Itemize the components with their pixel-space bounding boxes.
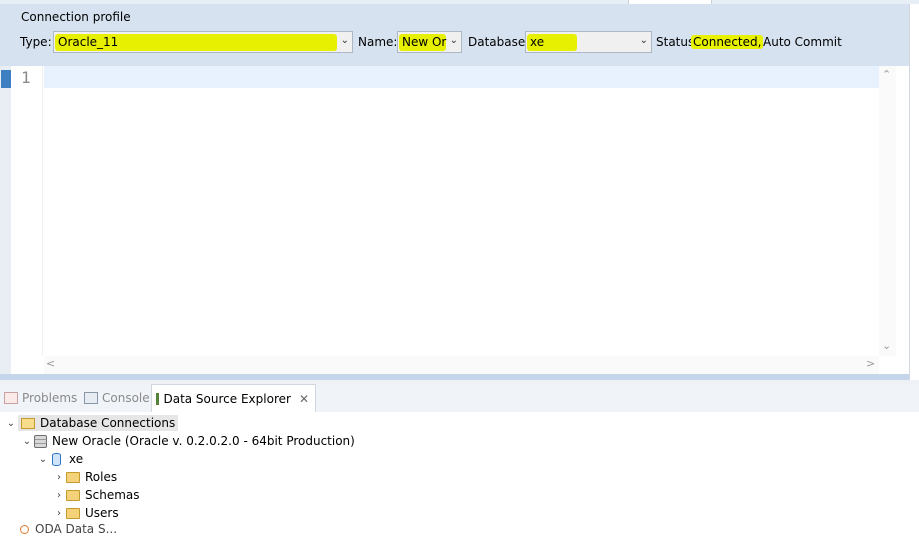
chevron-right-icon[interactable]: › bbox=[52, 508, 66, 519]
oda-icon bbox=[20, 524, 29, 534]
selected-row: Database Connections bbox=[18, 415, 179, 431]
name-select-value: New Or bbox=[402, 35, 447, 49]
bottom-tab-bar: Problems Console Data Source Explorer ✕ bbox=[0, 384, 919, 412]
database-select-value: xe bbox=[530, 35, 545, 49]
scroll-up-icon[interactable]: ⌃ bbox=[882, 68, 891, 81]
line-number-gutter bbox=[11, 66, 43, 356]
database-select[interactable]: xe ⌄ bbox=[525, 31, 652, 53]
chevron-down-icon: ⌄ bbox=[449, 35, 458, 46]
chevron-right-icon[interactable]: › bbox=[52, 472, 66, 483]
chevron-right-icon[interactable]: › bbox=[52, 490, 66, 501]
tree-node-database[interactable]: ⌄ xe bbox=[36, 450, 83, 468]
sql-editor[interactable]: 1 ⌃ ⌄ < > bbox=[0, 66, 909, 374]
horizontal-scrollbar[interactable]: < > bbox=[44, 356, 879, 374]
name-select[interactable]: New Or ⌄ bbox=[397, 31, 462, 53]
editor-ruler bbox=[0, 66, 11, 374]
chevron-down-icon[interactable]: ⌄ bbox=[20, 436, 34, 447]
chevron-down-icon: ⌄ bbox=[340, 35, 349, 46]
tab-console[interactable]: Console bbox=[84, 384, 150, 412]
tree-node-roles[interactable]: › Roles bbox=[52, 468, 117, 486]
tree-node-oda-data-source[interactable]: ODA Data S... bbox=[20, 520, 117, 538]
vertical-scrollbar[interactable]: ⌃ ⌄ bbox=[879, 66, 896, 356]
type-select[interactable]: Oracle_11 ⌄ bbox=[53, 31, 353, 53]
connections-tree: ⌄ Database Connections ⌄ New Oracle (Ora… bbox=[0, 412, 919, 536]
tab-console-label: Console bbox=[102, 391, 150, 405]
tree-node-connection[interactable]: ⌄ New Oracle (Oracle v. 0.2.0.2.0 - 64bi… bbox=[20, 432, 355, 450]
connection-label: New Oracle (Oracle v. 0.2.0.2.0 - 64bit … bbox=[52, 434, 355, 448]
folder-icon bbox=[66, 507, 80, 519]
problems-icon bbox=[4, 392, 18, 404]
type-select-value: Oracle_11 bbox=[58, 35, 119, 49]
tab-data-source-explorer[interactable]: Data Source Explorer ✕ bbox=[151, 384, 316, 412]
oda-label: ODA Data S... bbox=[35, 522, 118, 536]
status-value: Connected, bbox=[691, 35, 764, 49]
schemas-label: Schemas bbox=[85, 488, 140, 502]
database-server-icon bbox=[34, 434, 47, 448]
close-icon[interactable]: ✕ bbox=[299, 392, 309, 406]
current-line-highlight[interactable] bbox=[44, 66, 879, 88]
database-label: xe bbox=[69, 452, 84, 466]
roles-label: Roles bbox=[85, 470, 118, 484]
tab-problems-label: Problems bbox=[22, 391, 78, 405]
tree-node-schemas[interactable]: › Schemas bbox=[52, 486, 140, 504]
scroll-left-icon[interactable]: < bbox=[46, 357, 55, 370]
scroll-right-icon[interactable]: > bbox=[866, 357, 875, 370]
tab-data-source-explorer-label: Data Source Explorer bbox=[163, 391, 291, 406]
folder-icon bbox=[66, 489, 80, 501]
status-extra: Auto Commit bbox=[763, 35, 842, 49]
open-folder-icon bbox=[21, 417, 35, 429]
tree-root-label: Database Connections bbox=[40, 416, 176, 430]
name-label: Name: bbox=[358, 35, 398, 49]
connection-profile-title: Connection profile bbox=[21, 10, 131, 24]
users-label: Users bbox=[85, 506, 119, 520]
tree-node-database-connections[interactable]: ⌄ Database Connections bbox=[4, 414, 179, 432]
current-line-marker bbox=[1, 70, 11, 88]
folder-icon bbox=[66, 471, 80, 483]
console-icon bbox=[84, 392, 98, 404]
connection-profile-bar: Connection profile Type: Oracle_11 ⌄ Nam… bbox=[0, 4, 909, 66]
tab-problems[interactable]: Problems bbox=[4, 384, 77, 412]
scroll-down-icon[interactable]: ⌄ bbox=[882, 339, 891, 352]
chevron-down-icon[interactable]: ⌄ bbox=[36, 454, 50, 465]
chevron-down-icon: ⌄ bbox=[639, 35, 648, 46]
database-icon bbox=[52, 452, 61, 466]
line-number: 1 bbox=[21, 68, 31, 87]
type-label: Type: bbox=[20, 35, 52, 49]
database-label: Database: bbox=[468, 35, 530, 49]
right-panel-edge bbox=[909, 4, 919, 384]
data-source-explorer-icon bbox=[156, 392, 160, 405]
chevron-down-icon[interactable]: ⌄ bbox=[4, 418, 18, 429]
